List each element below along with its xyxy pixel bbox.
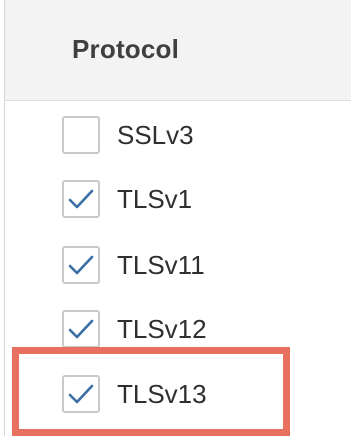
tlsv12-label: TLSv12 bbox=[117, 314, 207, 344]
protocol-row-tlsv13[interactable]: TLSv13 bbox=[62, 372, 207, 416]
protocol-panel: Protocol SSLv3 TLSv1 TLSv11 TLSv12 TLSv1… bbox=[0, 0, 351, 436]
tlsv1-checkbox[interactable] bbox=[62, 180, 100, 218]
tlsv13-checkbox[interactable] bbox=[62, 375, 100, 413]
sslv3-checkbox[interactable] bbox=[62, 116, 100, 154]
tlsv13-label: TLSv13 bbox=[117, 379, 207, 409]
tlsv11-label: TLSv11 bbox=[117, 250, 205, 280]
tlsv11-checkbox[interactable] bbox=[62, 246, 100, 284]
protocol-row-sslv3[interactable]: SSLv3 bbox=[62, 113, 194, 157]
checkmark-icon bbox=[68, 384, 94, 404]
checkmark-icon bbox=[68, 319, 94, 339]
tlsv1-label: TLSv1 bbox=[117, 184, 193, 214]
protocol-column-header: Protocol bbox=[72, 34, 180, 64]
tlsv12-checkbox[interactable] bbox=[62, 310, 100, 348]
sslv3-label: SSLv3 bbox=[117, 120, 194, 150]
checkmark-icon bbox=[68, 189, 94, 209]
table-header: Protocol bbox=[5, 0, 351, 101]
protocol-row-tlsv12[interactable]: TLSv12 bbox=[62, 307, 207, 351]
checkmark-icon bbox=[68, 255, 94, 275]
protocol-row-tlsv11[interactable]: TLSv11 bbox=[62, 243, 205, 287]
protocol-row-tlsv1[interactable]: TLSv1 bbox=[62, 177, 192, 221]
